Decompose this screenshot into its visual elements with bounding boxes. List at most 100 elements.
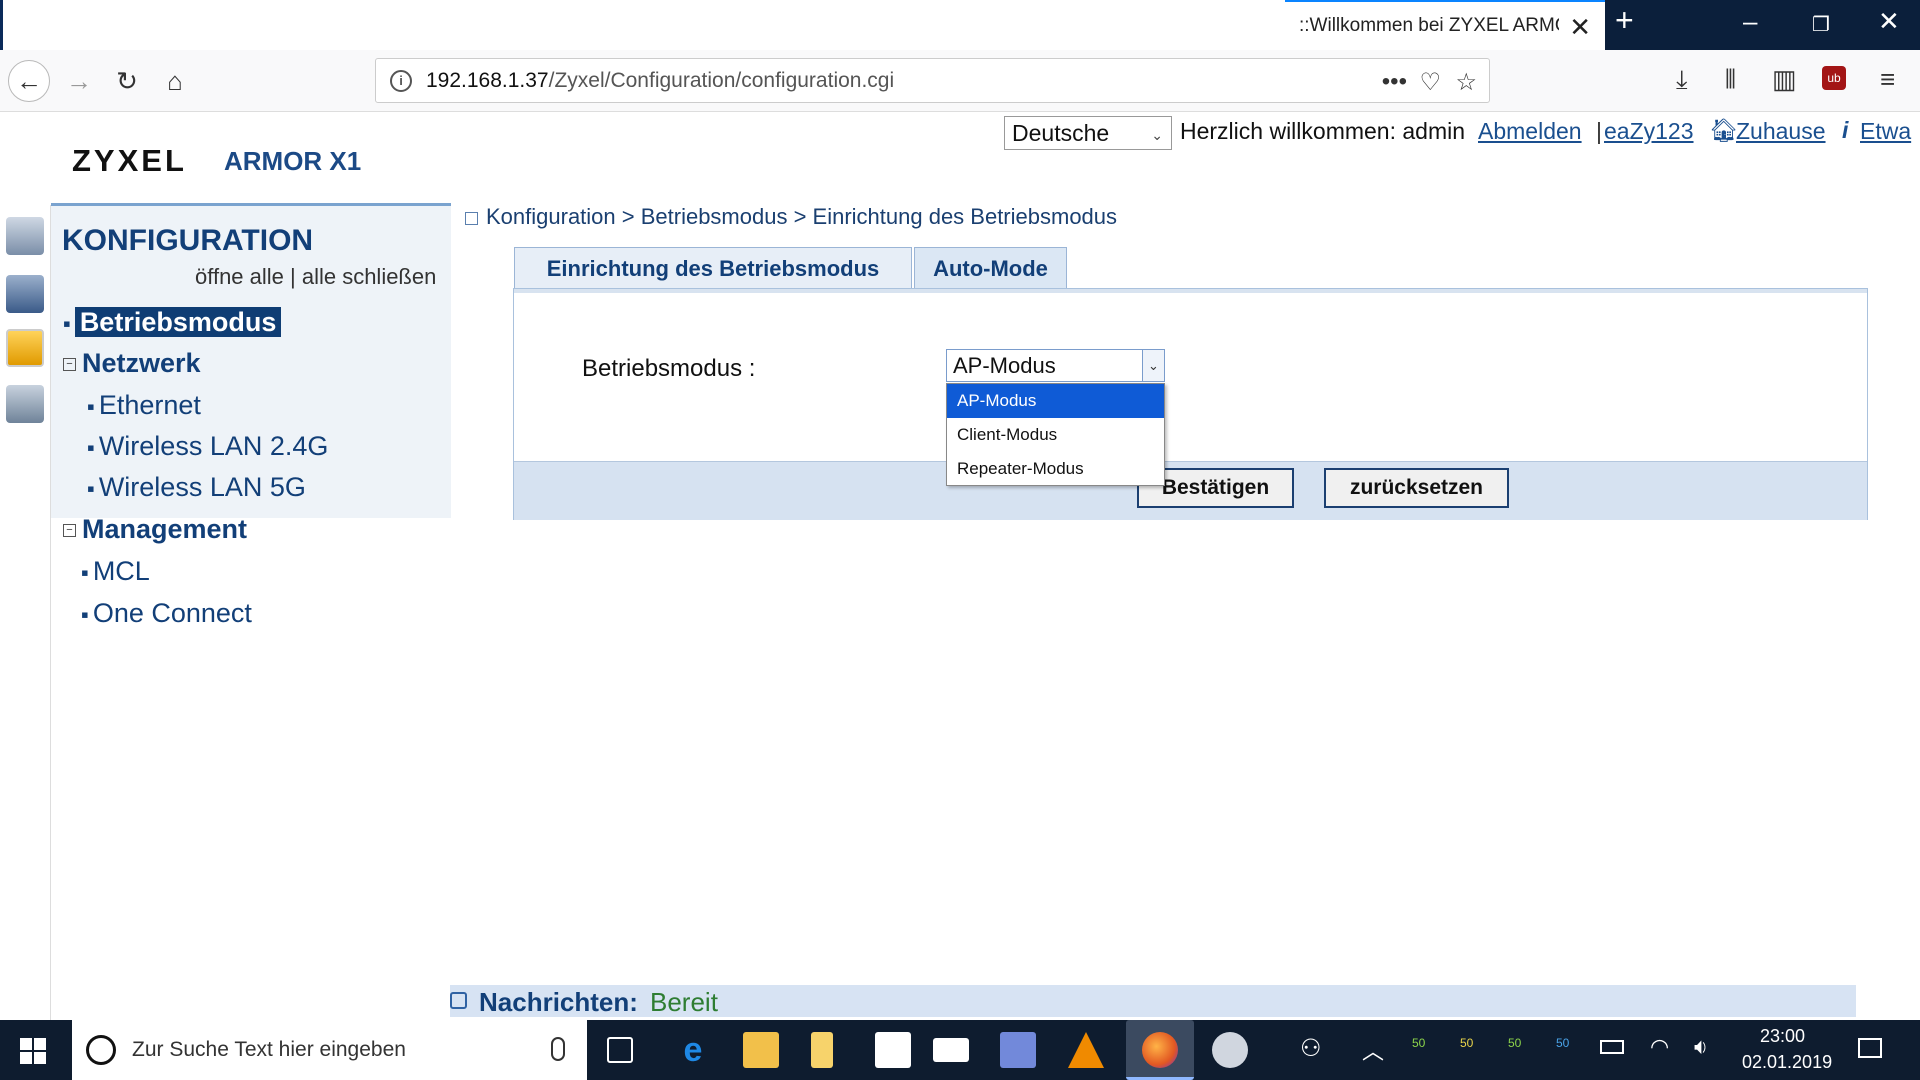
pocket-icon[interactable]: ♡ bbox=[1419, 68, 1441, 97]
tray-value[interactable]: 50 bbox=[1556, 1036, 1569, 1050]
download-icon[interactable]: ⤓ bbox=[1676, 64, 1688, 96]
home-link[interactable]: Zuhause bbox=[1736, 118, 1826, 145]
chevron-up-icon[interactable]: ︿ bbox=[1362, 1034, 1384, 1066]
task-view-icon[interactable] bbox=[607, 1037, 633, 1063]
reset-button[interactable]: zurücksetzen bbox=[1324, 468, 1509, 508]
tray-value[interactable]: 50 bbox=[1508, 1036, 1521, 1050]
sidebar-item-label: Ethernet bbox=[98, 390, 201, 420]
mode-select[interactable]: AP-Modus ⌄ bbox=[946, 349, 1165, 382]
bookmark-star-icon[interactable]: ☆ bbox=[1455, 68, 1477, 97]
menu-icon[interactable]: ≡ bbox=[1880, 64, 1895, 95]
user-link[interactable]: eaZy123 bbox=[1604, 118, 1694, 145]
tray-value[interactable]: 50 bbox=[1412, 1036, 1425, 1050]
sidebar-item-betriebsmodus[interactable]: ▪ Betriebsmodus bbox=[63, 307, 282, 338]
network-icon[interactable] bbox=[6, 275, 44, 313]
tab-strip bbox=[0, 0, 1285, 50]
microphone-icon[interactable] bbox=[551, 1037, 565, 1061]
bullet: ▪ bbox=[81, 560, 89, 585]
mode-select-value: AP-Modus bbox=[953, 353, 1056, 378]
people-icon[interactable]: ⚇ bbox=[1300, 1034, 1322, 1063]
sidebar-item-label: Management bbox=[82, 514, 248, 544]
maintenance-icon[interactable] bbox=[6, 385, 44, 423]
sidebar-item-label: Netzwerk bbox=[82, 348, 201, 378]
url-bar[interactable]: i 192.168.1.37 /Zyxel/Configuration/conf… bbox=[375, 58, 1490, 103]
discord-icon[interactable] bbox=[1000, 1032, 1036, 1068]
tray-value[interactable]: 50 bbox=[1460, 1036, 1473, 1050]
clock-date[interactable]: 02.01.2019 bbox=[1742, 1052, 1832, 1073]
more-icon[interactable]: ••• bbox=[1382, 68, 1407, 96]
library-icon[interactable]: ⫴ bbox=[1725, 64, 1736, 96]
mail-icon[interactable] bbox=[933, 1038, 969, 1062]
browser-tab[interactable]: ::Willkommen bei ZYXEL ARMOR ✕ bbox=[1285, 0, 1605, 50]
notifications-icon[interactable] bbox=[1858, 1038, 1882, 1058]
clock-time[interactable]: 23:00 bbox=[1760, 1026, 1805, 1047]
wifi-icon[interactable]: ◠ bbox=[1650, 1034, 1669, 1060]
zyxel-logo: ZYXEL bbox=[72, 143, 187, 178]
sidebar-item-label: One Connect bbox=[92, 598, 252, 628]
new-tab-icon[interactable]: + bbox=[1615, 2, 1634, 39]
sidebar-item-wlan-24g[interactable]: ▪ Wireless LAN 2.4G bbox=[87, 431, 328, 462]
message-label: Nachrichten: bbox=[479, 987, 638, 1017]
separator: | bbox=[1596, 118, 1602, 144]
welcome-text: Herzlich willkommen: admin bbox=[1180, 118, 1466, 144]
sidebar-item-label: Betriebsmodus bbox=[74, 307, 282, 337]
taskbar-search[interactable]: Zur Suche Text hier eingeben bbox=[72, 1020, 587, 1080]
edge-icon[interactable]: e bbox=[675, 1032, 711, 1068]
vlc-icon[interactable] bbox=[1068, 1032, 1104, 1068]
forward-icon[interactable]: → bbox=[58, 60, 100, 102]
option-repeater-modus[interactable]: Repeater-Modus bbox=[947, 452, 1164, 486]
store-icon[interactable] bbox=[875, 1032, 911, 1068]
paint-icon[interactable] bbox=[1212, 1032, 1248, 1068]
ublock-icon[interactable]: ub bbox=[1822, 66, 1846, 90]
bullet: ▪ bbox=[63, 311, 71, 336]
back-icon[interactable]: ← bbox=[8, 60, 50, 102]
restore-icon[interactable]: ❐ bbox=[1812, 12, 1830, 37]
volume-icon[interactable]: 🔉︎ bbox=[1694, 1034, 1708, 1060]
info-icon[interactable]: i bbox=[390, 69, 412, 92]
module-icon-strip bbox=[0, 205, 51, 1020]
reload-icon[interactable]: ↻ bbox=[106, 60, 148, 102]
about-icon[interactable]: i bbox=[1842, 117, 1848, 144]
close-window-icon[interactable]: ✕ bbox=[1878, 6, 1900, 37]
browser-tab-bar: ::Willkommen bei ZYXEL ARMOR ✕ + – ❐ ✕ bbox=[0, 0, 1920, 50]
logout-link[interactable]: Abmelden bbox=[1478, 118, 1582, 145]
tab-einrichtung[interactable]: Einrichtung des Betriebsmodus bbox=[514, 247, 912, 289]
tab-auto-mode[interactable]: Auto-Mode bbox=[914, 247, 1067, 289]
sidebar-group-management[interactable]: − Management bbox=[63, 514, 247, 545]
sidebar-item-wlan-5g[interactable]: ▪ Wireless LAN 5G bbox=[87, 472, 306, 503]
home-link-icon[interactable]: 🏠︎ bbox=[1709, 117, 1738, 144]
bullet: ▪ bbox=[87, 394, 95, 419]
monitor-icon[interactable] bbox=[6, 217, 44, 255]
minimize-icon[interactable]: – bbox=[1743, 6, 1757, 37]
sidebar-group-netzwerk[interactable]: − Netzwerk bbox=[63, 348, 201, 379]
option-ap-modus[interactable]: AP-Modus bbox=[947, 384, 1164, 418]
home-icon[interactable]: ⌂ bbox=[154, 60, 196, 102]
sidebar-icon[interactable]: ▥ bbox=[1772, 64, 1797, 95]
sidebar-item-mcl[interactable]: ▪ MCL bbox=[81, 556, 150, 587]
battery-icon[interactable] bbox=[1600, 1040, 1624, 1054]
notes-icon[interactable] bbox=[811, 1032, 833, 1068]
sidebar-item-label: MCL bbox=[92, 556, 150, 586]
mode-dropdown: AP-Modus Client-Modus Repeater-Modus bbox=[946, 383, 1165, 486]
configuration-gear-icon[interactable] bbox=[6, 329, 44, 367]
mode-label: Betriebsmodus : bbox=[582, 355, 756, 382]
expand-collapse-links[interactable]: öffne alle | alle schließen bbox=[195, 264, 436, 290]
tab-title: ::Willkommen bei ZYXEL ARMOR bbox=[1299, 15, 1559, 36]
close-tab-icon[interactable]: ✕ bbox=[1569, 12, 1591, 43]
panel-top-border bbox=[514, 289, 1867, 293]
breadcrumb: Konfiguration > Betriebsmodus > Einricht… bbox=[465, 204, 1117, 230]
collapse-icon[interactable]: − bbox=[63, 358, 76, 372]
file-explorer-icon[interactable] bbox=[743, 1032, 779, 1068]
firefox-taskbar-button[interactable] bbox=[1126, 1020, 1194, 1080]
sidebar-item-one-connect[interactable]: ▪ One Connect bbox=[81, 598, 252, 629]
option-client-modus[interactable]: Client-Modus bbox=[947, 418, 1164, 452]
chevron-down-icon[interactable]: ⌄ bbox=[1142, 350, 1164, 381]
about-link[interactable]: Etwa bbox=[1860, 118, 1911, 145]
language-select[interactable]: Deutsche ⌄ bbox=[1004, 116, 1172, 150]
windows-start-icon[interactable] bbox=[18, 1036, 48, 1066]
message-icon bbox=[450, 992, 467, 1009]
collapse-icon[interactable]: − bbox=[63, 524, 76, 538]
sidebar-item-label: Wireless LAN 5G bbox=[98, 472, 306, 502]
sidebar-item-ethernet[interactable]: ▪ Ethernet bbox=[87, 390, 201, 421]
cortana-icon[interactable] bbox=[86, 1035, 116, 1065]
